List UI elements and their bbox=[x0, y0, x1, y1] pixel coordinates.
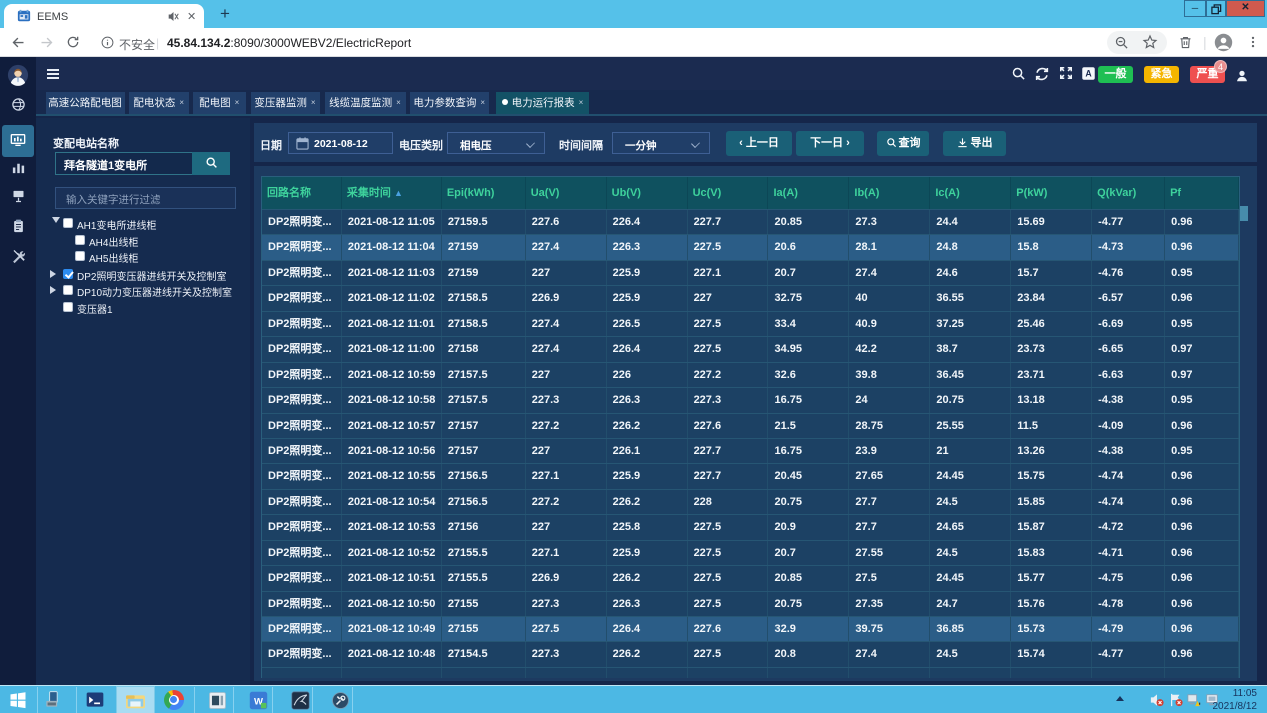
svg-text:A: A bbox=[1085, 69, 1092, 79]
